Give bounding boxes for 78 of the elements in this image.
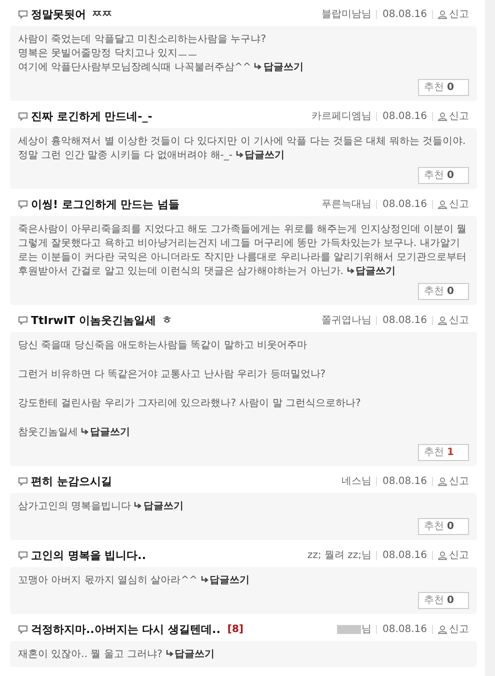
reply-link[interactable]: 답글쓰기 — [166, 649, 215, 660]
comment-title: 고인의 명복을 빕니다.. — [31, 549, 146, 562]
report-link[interactable]: 신고 — [438, 8, 469, 21]
author-name: zz; 뭘려 zz;님 — [307, 549, 372, 562]
report-link[interactable]: 신고 — [438, 549, 469, 562]
reply-link[interactable]: 답글쓰기 — [236, 150, 285, 161]
reply-arrow-icon — [346, 267, 355, 274]
comment-date: 08.08.16 — [382, 198, 427, 211]
reply-arrow-icon — [166, 650, 174, 657]
reply-link[interactable]: 답글쓰기 — [200, 575, 250, 586]
comment-text: 사람이 죽었는데 악플달고 미친소리하는사람을 누구냐? — [18, 34, 266, 45]
author-name: 네스님 — [341, 475, 372, 488]
person-icon — [438, 625, 447, 634]
comment-text: 죽은사람이 아무리죽을죄를 지었다고 해도 그가족들에게는 위로를 해주는게 인지상정인데 이분이 뭘그렇게 잘못했다고 욕하고 비아냥거리는건지 네그들 머구리에 똥만 가득차있는가 보구나. 내가알기로는 이분들이 커다란 국익은 아니더라도 작지만 나름대로 우리나라를 알리기위해서 모기관으로부터 후원받아서 간걸로 알고 있는데 이런식의 댓글은 삼가해야하는거 아닌가. 답글쓰기 — [18, 223, 468, 279]
comment-date: 08.08.16 — [382, 623, 427, 636]
comment-text: 정말 그런 인간 말종 시키들 다 없애버려야 해-_- 답글쓰기 — [18, 149, 286, 163]
comment-text: 그런거 비유하면 다 똑같은거야 교통사고 난사람 우리가 등떠밀었나? — [18, 369, 326, 380]
reply-arrow-icon — [134, 502, 142, 509]
author-name: 님 — [361, 623, 372, 636]
reply-link[interactable]: 답글쓰기 — [134, 501, 184, 512]
reply-count: [8] — [227, 623, 244, 636]
report-link[interactable]: 신고 — [438, 314, 469, 327]
reply-arrow-icon — [254, 63, 262, 70]
reply-arrow-icon — [200, 576, 209, 583]
person-icon — [438, 200, 447, 209]
comment-title: 정말못됫어 — [31, 8, 86, 21]
comment-text: 명복은 못빌어줄망정 닥치고나 있지ㅡㅡ — [18, 48, 198, 59]
comment-date: 08.08.16 — [382, 8, 427, 21]
person-icon — [438, 551, 447, 560]
recommend-button[interactable]: 추천 1 — [418, 444, 469, 461]
comment-title: 걱정하지마..아버지는 다시 생길텐데.. — [31, 623, 220, 636]
comment-text: 강도한테 걸린사람 우리가 그자리에 있으라했나? 사람이 말 그런식으로하나? — [18, 398, 361, 409]
speech-bubble-icon — [18, 200, 28, 209]
title-suffix: ㅎ — [162, 314, 172, 327]
comment-date: 08.08.16 — [382, 110, 427, 123]
title-suffix: ㅉㅉ — [92, 8, 112, 21]
comment-title: 진짜 로긴하게 만드네-_- — [31, 110, 152, 123]
person-icon — [438, 112, 447, 121]
reply-link[interactable]: 답글쓰기 — [254, 62, 304, 73]
author-name: 카르페디엠님 — [311, 110, 372, 123]
comment-title: 편히 눈감으시길 — [31, 475, 112, 488]
person-icon — [438, 10, 447, 19]
comment-text: 당신 죽을때 당신죽음 애도하는사람들 똑같이 말하고 비웃어주마 — [18, 340, 308, 351]
comment-text: 꼬맹아 아버지 몫까지 열심히 살아라^^ 답글쓰기 — [18, 574, 251, 588]
comment-text: 재혼이 있잖아.. 뭘 울고 그러냐? 답글쓰기 — [18, 648, 216, 662]
reply-arrow-icon — [236, 151, 244, 158]
speech-bubble-icon — [18, 10, 28, 19]
author-name: 푸른늑대님 — [321, 198, 372, 211]
comment-date: 08.08.16 — [382, 475, 427, 488]
speech-bubble-icon — [18, 316, 28, 325]
comment-date: 08.08.16 — [382, 314, 427, 327]
author-name: 블랍미남님 — [321, 8, 372, 21]
speech-bubble-icon — [18, 112, 28, 121]
person-icon — [438, 316, 447, 325]
comment-text: 여기에 악플단사람부모님장례식때 나꼭불러주삼^^ 답글쓰기 — [18, 61, 304, 75]
recommend-button[interactable]: 추천 0 — [418, 167, 469, 184]
report-link[interactable]: 신고 — [438, 198, 469, 211]
comment-text: 삼가고인의 명복을빕니다 답글쓰기 — [18, 500, 184, 514]
speech-bubble-icon — [18, 551, 28, 560]
author-name: 쫄귀엽나님 — [321, 314, 372, 327]
recommend-button[interactable]: 추천 0 — [418, 592, 469, 609]
report-link[interactable]: 신고 — [438, 475, 469, 488]
reply-arrow-icon — [81, 428, 90, 435]
comment-title: TtIrwIT 이놈웃긴놈일세 — [31, 314, 156, 327]
person-icon — [438, 477, 447, 486]
comment-text: 참웃긴놈일세 답글쓰기 — [18, 426, 132, 440]
speech-bubble-icon — [18, 625, 28, 634]
comment-title: 이씽! 로그인하게 만드는 넘들 — [31, 198, 180, 211]
recommend-button[interactable]: 추천 0 — [418, 518, 469, 535]
comment-date: 08.08.16 — [382, 549, 427, 562]
recommend-button[interactable]: 추천 0 — [418, 79, 469, 96]
comment-text: 세상이 흉악해져서 별 이상한 것들이 다 있다지만 이 기사에 악플 다는 것들은 대체 뭐하는 것들이야. — [18, 136, 466, 147]
report-link[interactable]: 신고 — [438, 623, 469, 636]
reply-link[interactable]: 답글쓰기 — [81, 427, 130, 438]
speech-bubble-icon — [18, 477, 28, 486]
reply-link[interactable]: 답글쓰기 — [346, 266, 396, 277]
report-link[interactable]: 신고 — [438, 110, 469, 123]
recommend-button[interactable]: 추천 0 — [418, 283, 469, 300]
